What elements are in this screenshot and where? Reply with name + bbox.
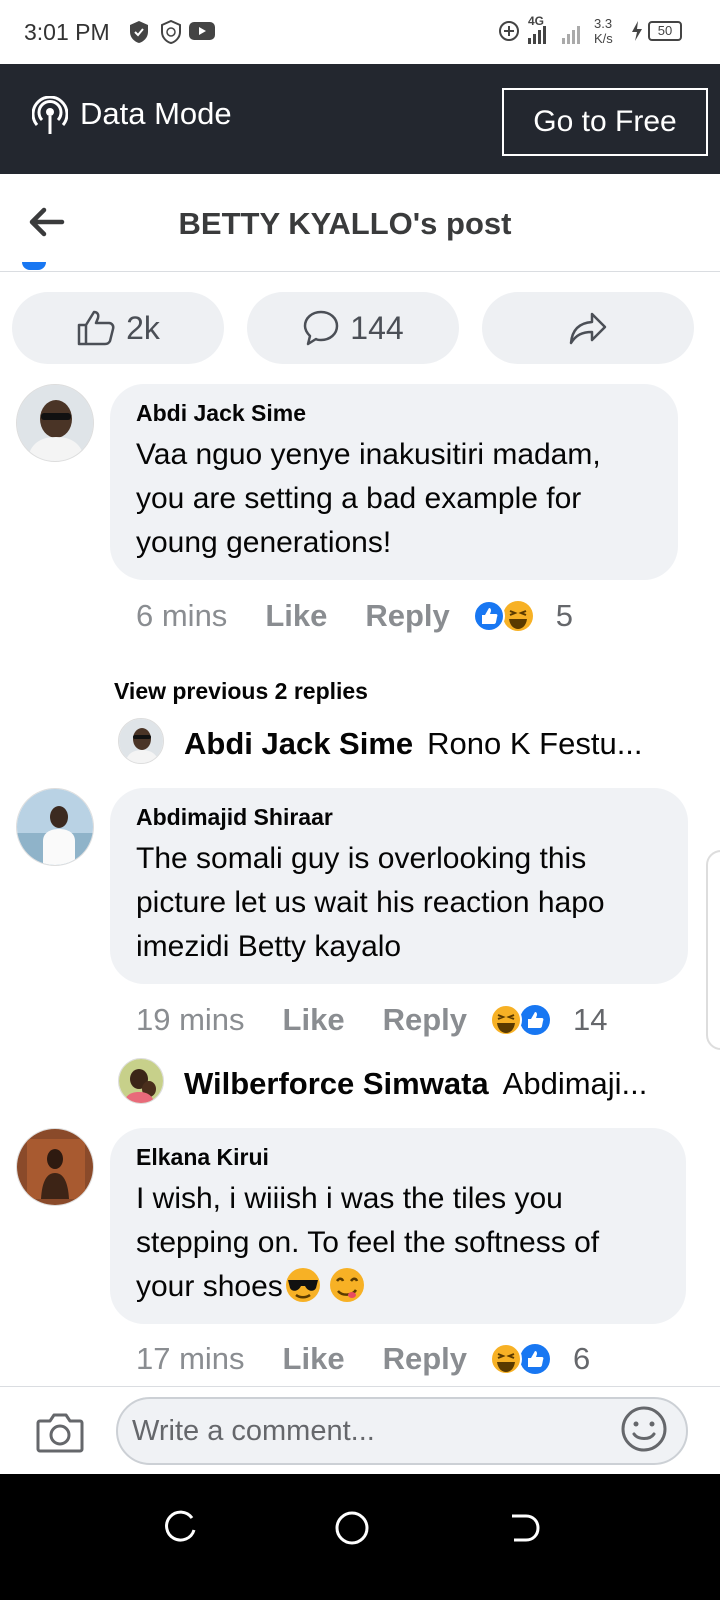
like-count: 2k <box>126 309 160 346</box>
view-previous-replies[interactable]: View previous 2 replies <box>114 678 368 705</box>
comment-text: I wish, i wiiish i was the tiles you ste… <box>136 1177 660 1309</box>
emoji-icon[interactable] <box>620 1405 668 1453</box>
haha-like-reactions-icon <box>490 1004 550 1036</box>
reaction-count: 6 <box>573 1341 591 1376</box>
reply-author: Wilberforce Simwata <box>184 1066 489 1101</box>
signal-icon <box>528 26 580 44</box>
comment-reply-button[interactable]: Reply <box>383 1341 467 1377</box>
comment-bubble[interactable]: Elkana Kirui I wish, i wiiish i was the … <box>110 1128 686 1324</box>
sunglasses-emoji-icon <box>285 1268 320 1302</box>
comment-meta: 17 mins Like Reply 6 <box>136 1341 590 1377</box>
thumbs-up-icon <box>77 310 115 346</box>
avatar-photo <box>17 789 93 865</box>
broadcast-icon <box>32 96 68 134</box>
comment-like-button[interactable]: Like <box>265 598 327 634</box>
go-to-free-button[interactable]: Go to Free <box>502 88 708 156</box>
avatar-small[interactable] <box>118 718 164 764</box>
comment-time: 17 mins <box>136 1341 245 1376</box>
avatar-small[interactable] <box>118 1058 164 1104</box>
haha-like-reactions-icon <box>490 1343 550 1375</box>
reply-preview[interactable]: Abdi Jack Sime Rono K Festu... <box>184 726 643 762</box>
home-icon[interactable] <box>334 1510 370 1546</box>
avatar-photo <box>119 1059 163 1103</box>
data-mode-bar: Data Mode Go to Free <box>0 64 720 174</box>
reaction-count: 14 <box>573 1002 608 1037</box>
comment-author[interactable]: Elkana Kirui <box>136 1144 660 1171</box>
data-saver-icon <box>499 21 519 41</box>
comment-count: 144 <box>350 309 404 346</box>
comment-text: Vaa nguo yenye inakusitiri madam, you ar… <box>136 438 601 559</box>
avatar-photo <box>17 1129 93 1205</box>
reaction-summary[interactable]: 14 <box>489 1002 607 1038</box>
comment-reply-button[interactable]: Reply <box>365 598 449 634</box>
share-button[interactable] <box>482 292 694 364</box>
comment-time: 19 mins <box>136 1002 245 1037</box>
yum-emoji-icon <box>329 1268 364 1302</box>
comment-text: The somali guy is overlooking this pictu… <box>136 842 605 963</box>
comment-input[interactable] <box>116 1397 688 1465</box>
shield-outline-icon <box>161 20 181 44</box>
comment-bubble[interactable]: Abdi Jack Sime Vaa nguo yenye inakusitir… <box>110 384 678 580</box>
status-time: 3:01 PM <box>24 19 110 45</box>
page-title: BETTY KYALLO's post <box>178 206 512 241</box>
reply-text: Rono K Festu... <box>427 726 643 761</box>
system-nav-bar <box>0 1474 720 1600</box>
battery-icon: 50 <box>648 21 682 41</box>
reply-text: Abdimaji... <box>502 1066 648 1101</box>
comment-bubble-icon <box>304 310 339 346</box>
comment-time: 6 mins <box>136 598 228 633</box>
data-mode-label: Data Mode <box>80 96 232 131</box>
avatar-photo <box>119 719 163 763</box>
comment-like-button[interactable]: Like <box>283 1002 345 1038</box>
reaction-count: 5 <box>555 598 574 633</box>
post-header: BETTY KYALLO's post <box>0 174 720 272</box>
comment-reply-button[interactable]: Reply <box>383 1002 467 1038</box>
camera-icon[interactable] <box>36 1411 84 1453</box>
reaction-summary[interactable]: 6 <box>489 1341 590 1377</box>
avatar[interactable] <box>16 788 94 866</box>
youtube-icon <box>189 22 215 40</box>
back-nav-icon[interactable] <box>506 1510 542 1546</box>
shield-icon <box>130 21 148 43</box>
comment-meta: 6 mins Like Reply 5 <box>136 598 573 634</box>
like-button[interactable]: 2k <box>12 292 224 364</box>
comment-author[interactable]: Abdimajid Shiraar <box>136 804 662 831</box>
charging-icon <box>632 21 642 41</box>
recents-icon[interactable] <box>164 1510 200 1546</box>
comment-button[interactable]: 144 <box>247 292 459 364</box>
net-speed: 3.3 K/s <box>594 16 613 46</box>
comment-text-content: I wish, i wiiish i was the tiles you ste… <box>136 1182 600 1303</box>
avatar[interactable] <box>16 1128 94 1206</box>
share-arrow-icon <box>569 312 607 345</box>
reply-preview[interactable]: Wilberforce Simwata Abdimaji... <box>184 1066 647 1102</box>
comment-author[interactable]: Abdi Jack Sime <box>136 400 652 427</box>
comment-meta: 19 mins Like Reply 14 <box>136 1002 607 1038</box>
like-haha-reactions-icon <box>472 600 533 632</box>
comment-like-button[interactable]: Like <box>283 1341 345 1377</box>
reply-author: Abdi Jack Sime <box>184 726 414 761</box>
scroll-handle[interactable] <box>706 850 720 1050</box>
comment-composer <box>0 1386 720 1474</box>
reaction-summary[interactable]: 5 <box>472 598 573 634</box>
avatar-photo <box>17 385 93 461</box>
status-bar: 3:01 PM 4G 3.3 K/s 50 <box>0 0 720 64</box>
comment-bubble[interactable]: Abdimajid Shiraar The somali guy is over… <box>110 788 688 984</box>
avatar[interactable] <box>16 384 94 462</box>
